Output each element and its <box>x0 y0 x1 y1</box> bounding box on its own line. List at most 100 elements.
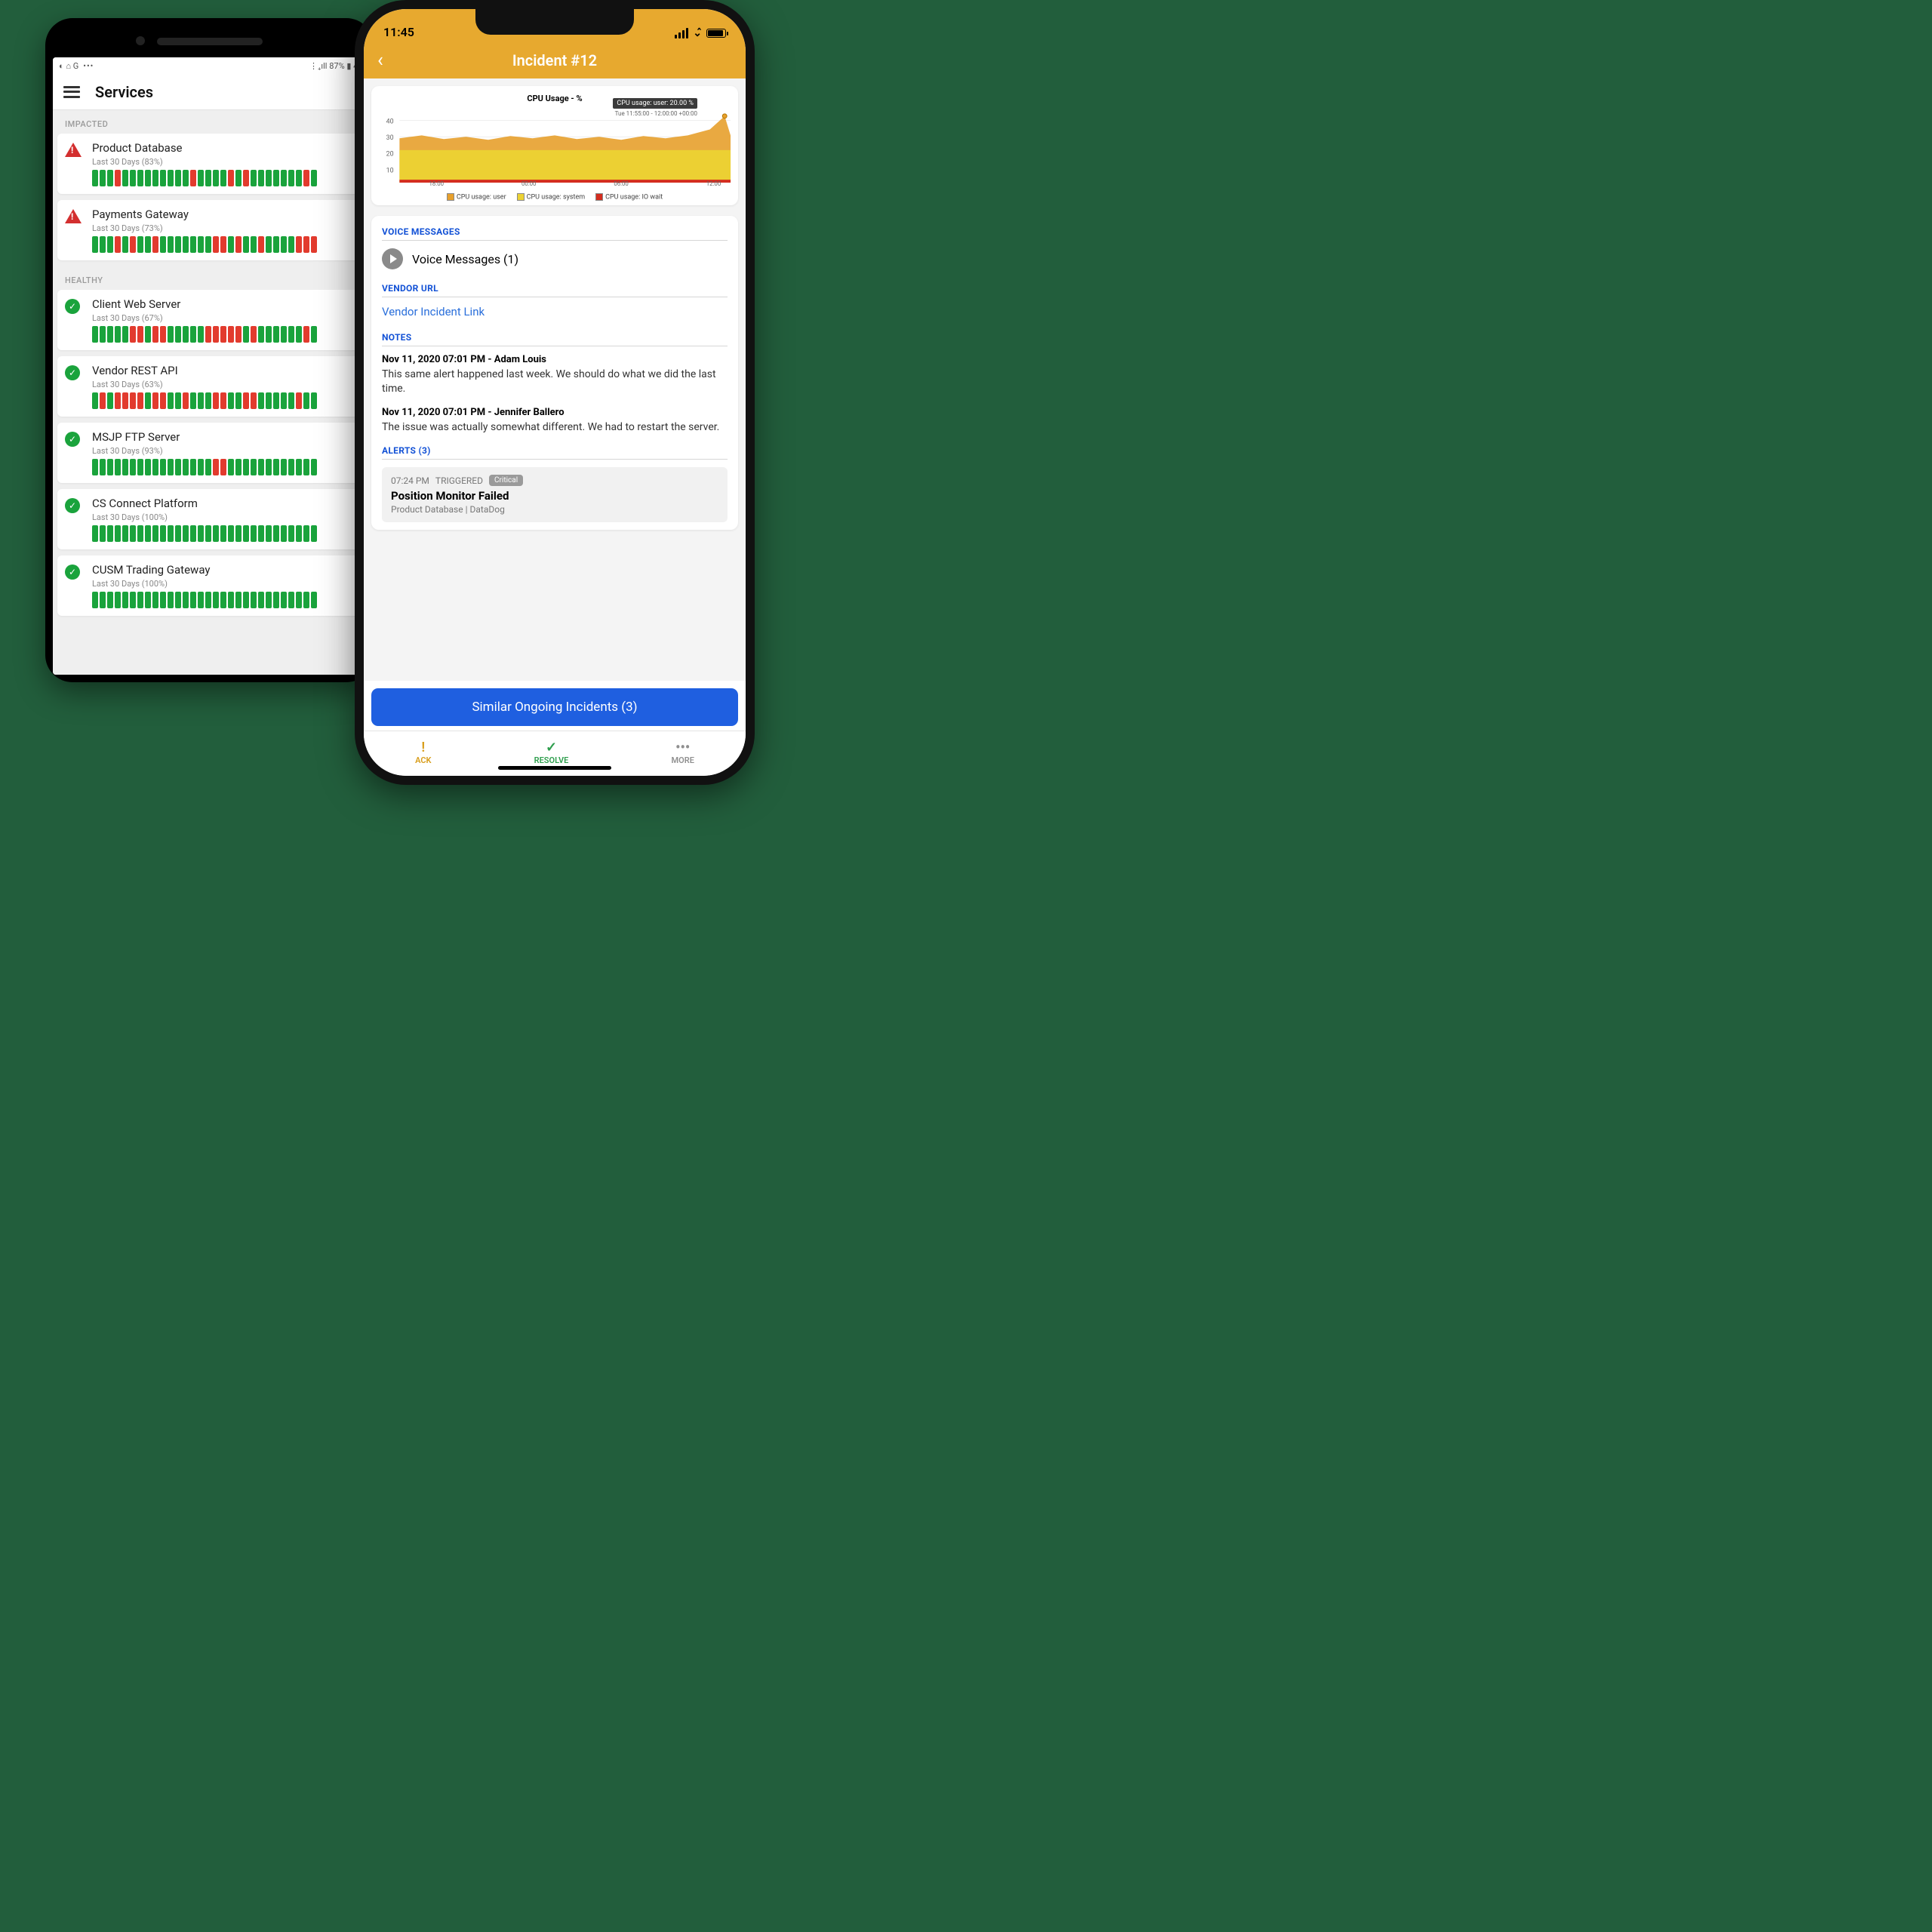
app-header: Services <box>53 74 366 110</box>
alert-icon <box>65 209 82 223</box>
svg-text:00:00: 00:00 <box>521 180 537 187</box>
status-more-icon: ••• <box>83 61 94 71</box>
status-left-icons: ◐ ⌂ G <box>59 61 78 71</box>
section-healthy: HEALTHY <box>53 266 366 290</box>
android-camera-dot <box>136 36 145 45</box>
cellular-icon <box>675 28 688 38</box>
tab-more[interactable]: ••• MORE <box>672 741 694 765</box>
service-uptime: Last 30 Days (63%) <box>92 380 351 389</box>
service-uptime: Last 30 Days (100%) <box>92 512 351 522</box>
service-uptime: Last 30 Days (73%) <box>92 223 351 233</box>
menu-icon[interactable] <box>63 86 80 98</box>
note-item: Nov 11, 2020 07:01 PM - Jennifer Ballero… <box>382 407 728 435</box>
uptime-bars <box>92 525 351 542</box>
service-name: Client Web Server <box>92 297 351 311</box>
battery-icon <box>706 29 726 38</box>
status-right: ⋮₊ıll 87% ▮ 4: <box>309 61 360 71</box>
svg-text:12:00: 12:00 <box>706 180 721 187</box>
service-card[interactable]: ✓ MSJP FTP Server Last 30 Days (93%) <box>57 423 361 483</box>
service-card[interactable]: Product Database Last 30 Days (83%) <box>57 134 361 194</box>
iphone-screen: 11:45 ⌄̂ ‹ Incident #12 CPU Usage - % CP… <box>364 9 746 776</box>
incident-content[interactable]: CPU Usage - % CPU usage: user: 20.00 % T… <box>364 78 746 681</box>
uptime-bars <box>92 592 351 608</box>
alert-time: 07:24 PM <box>391 475 429 486</box>
service-card[interactable]: ✓ CUSM Trading Gateway Last 30 Days (100%) <box>57 555 361 616</box>
svg-text:18:00: 18:00 <box>429 180 445 187</box>
service-uptime: Last 30 Days (83%) <box>92 157 351 167</box>
svg-text:06:00: 06:00 <box>614 180 628 187</box>
service-name: Vendor REST API <box>92 364 351 377</box>
android-speaker <box>157 38 263 45</box>
note-item: Nov 11, 2020 07:01 PM - Adam Louis This … <box>382 354 728 396</box>
check-icon: ✓ <box>65 299 80 314</box>
svg-text:40: 40 <box>386 118 394 126</box>
tab-resolve[interactable]: ✓ RESOLVE <box>534 741 569 765</box>
chart-legend: CPU usage: user CPU usage: system CPU us… <box>377 192 732 202</box>
note-body: The issue was actually somewhat differen… <box>382 420 728 435</box>
incident-details-card: VOICE MESSAGES Voice Messages (1) VENDOR… <box>371 216 738 530</box>
uptime-bars <box>92 170 351 186</box>
page-title: Services <box>95 83 153 101</box>
service-name: CS Connect Platform <box>92 497 351 510</box>
section-impacted: IMPACTED <box>53 110 366 134</box>
service-card[interactable]: Payments Gateway Last 30 Days (73%) <box>57 200 361 260</box>
service-name: Payments Gateway <box>92 208 351 221</box>
check-icon: ✓ <box>65 432 80 447</box>
service-name: CUSM Trading Gateway <box>92 563 351 577</box>
service-card[interactable]: ✓ CS Connect Platform Last 30 Days (100%) <box>57 489 361 549</box>
alert-state: TRIGGERED <box>435 475 483 486</box>
vendor-header: VENDOR URL <box>382 283 728 297</box>
iphone-notch <box>475 9 634 35</box>
service-uptime: Last 30 Days (100%) <box>92 579 351 589</box>
check-icon: ✓ <box>546 741 557 755</box>
uptime-bars <box>92 392 351 409</box>
android-screen: ◐ ⌂ G ••• ⋮₊ıll 87% ▮ 4: Services IMPACT… <box>53 57 366 675</box>
similar-incidents-button[interactable]: Similar Ongoing Incidents (3) <box>371 688 738 726</box>
android-status-bar: ◐ ⌂ G ••• ⋮₊ıll 87% ▮ 4: <box>53 57 366 74</box>
service-card[interactable]: ✓ Vendor REST API Last 30 Days (63%) <box>57 356 361 417</box>
chart-tooltip: CPU usage: user: 20.00 % <box>613 98 697 109</box>
back-button[interactable]: ‹ <box>377 49 383 72</box>
svg-text:20: 20 <box>386 151 394 158</box>
cpu-chart: 40 30 20 10 18:00 00:00 06:00 12:00 <box>377 105 732 188</box>
uptime-bars <box>92 326 351 343</box>
uptime-bars <box>92 459 351 475</box>
uptime-bars <box>92 236 351 253</box>
alert-icon <box>65 143 82 157</box>
service-uptime: Last 30 Days (93%) <box>92 446 351 456</box>
exclaim-icon: ! <box>421 741 425 755</box>
voice-message-row[interactable]: Voice Messages (1) <box>382 248 728 269</box>
service-uptime: Last 30 Days (67%) <box>92 313 351 323</box>
nav-title: Incident #12 <box>512 51 597 69</box>
svg-text:10: 10 <box>386 167 394 174</box>
service-name: MSJP FTP Server <box>92 430 351 444</box>
android-phone-frame: ◐ ⌂ G ••• ⋮₊ıll 87% ▮ 4: Services IMPACT… <box>45 18 374 682</box>
alert-title: Position Monitor Failed <box>391 489 718 503</box>
voice-header: VOICE MESSAGES <box>382 226 728 241</box>
svg-text:30: 30 <box>386 134 394 142</box>
check-icon: ✓ <box>65 365 80 380</box>
check-icon: ✓ <box>65 565 80 580</box>
tab-ack[interactable]: ! ACK <box>415 741 431 765</box>
services-scroll[interactable]: IMPACTED Product Database Last 30 Days (8… <box>53 110 366 675</box>
check-icon: ✓ <box>65 498 80 513</box>
alerts-header: ALERTS (3) <box>382 445 728 460</box>
severity-badge: Critical <box>489 475 523 486</box>
service-name: Product Database <box>92 141 351 155</box>
play-icon[interactable] <box>382 248 403 269</box>
iphone-frame: 11:45 ⌄̂ ‹ Incident #12 CPU Usage - % CP… <box>355 0 755 785</box>
status-time: 11:45 <box>383 25 414 39</box>
home-indicator[interactable] <box>498 766 611 770</box>
cpu-chart-card: CPU Usage - % CPU usage: user: 20.00 % T… <box>371 86 738 205</box>
alert-sub: Product Database | DataDog <box>391 504 718 515</box>
service-card[interactable]: ✓ Client Web Server Last 30 Days (67%) <box>57 290 361 350</box>
more-icon: ••• <box>675 741 690 755</box>
note-meta: Nov 11, 2020 07:01 PM - Adam Louis <box>382 354 728 365</box>
ios-nav-bar: ‹ Incident #12 <box>364 42 746 78</box>
chart-time-range: Tue 11:55:00 - 12:00:00 +00:00 <box>615 110 697 117</box>
notes-header: NOTES <box>382 332 728 346</box>
voice-label: Voice Messages (1) <box>412 252 518 266</box>
vendor-link[interactable]: Vendor Incident Link <box>382 305 728 318</box>
alert-item[interactable]: 07:24 PM TRIGGERED Critical Position Mon… <box>382 467 728 522</box>
wifi-icon: ⌄̂ <box>693 27 702 39</box>
